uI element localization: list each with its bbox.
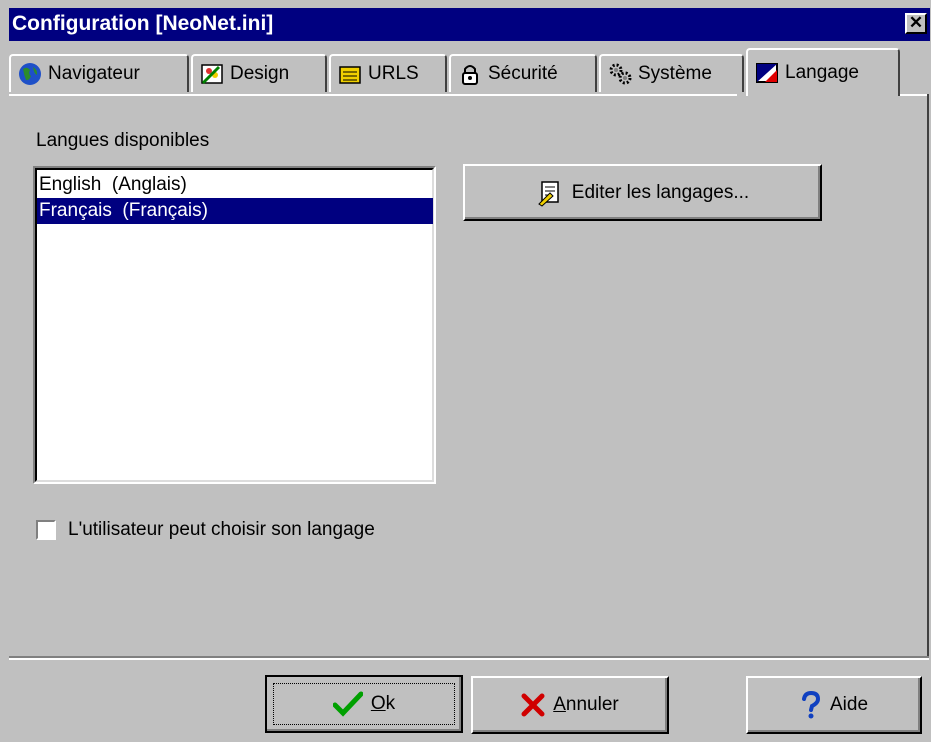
tab-langage[interactable]: Langage: [746, 48, 900, 96]
flag-icon: [756, 63, 778, 83]
cancel-button[interactable]: Annuler: [471, 676, 669, 734]
tab-design[interactable]: Design: [191, 54, 327, 92]
languages-label: Langues disponibles: [36, 130, 210, 151]
listbox-frame: English (Anglais) Français (Français): [35, 168, 434, 482]
edit-languages-label: Editer les langages...: [571, 181, 750, 203]
globe-icon: [19, 63, 41, 85]
list-item-francais[interactable]: Français (Français): [37, 198, 433, 224]
tab-urls[interactable]: URLS: [329, 54, 447, 92]
tab-label: Navigateur: [48, 63, 140, 84]
question-icon: [801, 691, 820, 719]
footer-separator: [9, 656, 929, 660]
tab-label: URLS: [368, 63, 419, 84]
languages-listbox[interactable]: English (Anglais) Français (Français): [33, 166, 436, 484]
ok-button[interactable]: Ok: [265, 675, 463, 733]
lock-icon: [462, 65, 478, 85]
folder-icon: [339, 66, 361, 84]
cancel-mnemonic: A: [553, 694, 566, 715]
close-button[interactable]: ✕: [905, 13, 927, 34]
edit-document-icon: [537, 180, 559, 207]
tab-label: Design: [230, 63, 290, 84]
gears-icon: [609, 63, 632, 85]
help-button[interactable]: Aide: [746, 676, 922, 734]
title-bar: Configuration [NeoNet.ini] ✕: [9, 8, 930, 41]
close-icon: ✕: [908, 13, 924, 32]
focus-rect: [273, 683, 455, 725]
x-icon: [521, 693, 545, 717]
cancel-label: Annuler: [553, 694, 619, 716]
tab-navigateur[interactable]: Navigateur: [9, 54, 189, 92]
user-language-option[interactable]: L'utilisateur peut choisir son langage: [36, 519, 375, 541]
panel-edge: [927, 94, 929, 656]
paint-icon: [201, 64, 223, 85]
tab-systeme[interactable]: Système: [599, 54, 744, 92]
help-label: Aide: [829, 694, 869, 715]
tab-divider: [9, 94, 737, 96]
cancel-label-rest: nnuler: [565, 694, 619, 715]
user-language-label: L'utilisateur peut choisir son langage: [68, 519, 375, 540]
user-language-checkbox[interactable]: [36, 520, 56, 540]
tab-label: Système: [638, 63, 712, 84]
list-item-english[interactable]: English (Anglais): [37, 172, 433, 198]
tab-label: Langage: [785, 62, 859, 83]
window-title: Configuration [NeoNet.ini]: [12, 12, 274, 35]
tab-label: Sécurité: [488, 63, 558, 84]
tab-strip: Navigateur Design URLS Sécurité Système …: [9, 48, 929, 96]
tab-securite[interactable]: Sécurité: [449, 54, 597, 92]
edit-languages-button[interactable]: Editer les langages...: [463, 164, 822, 221]
